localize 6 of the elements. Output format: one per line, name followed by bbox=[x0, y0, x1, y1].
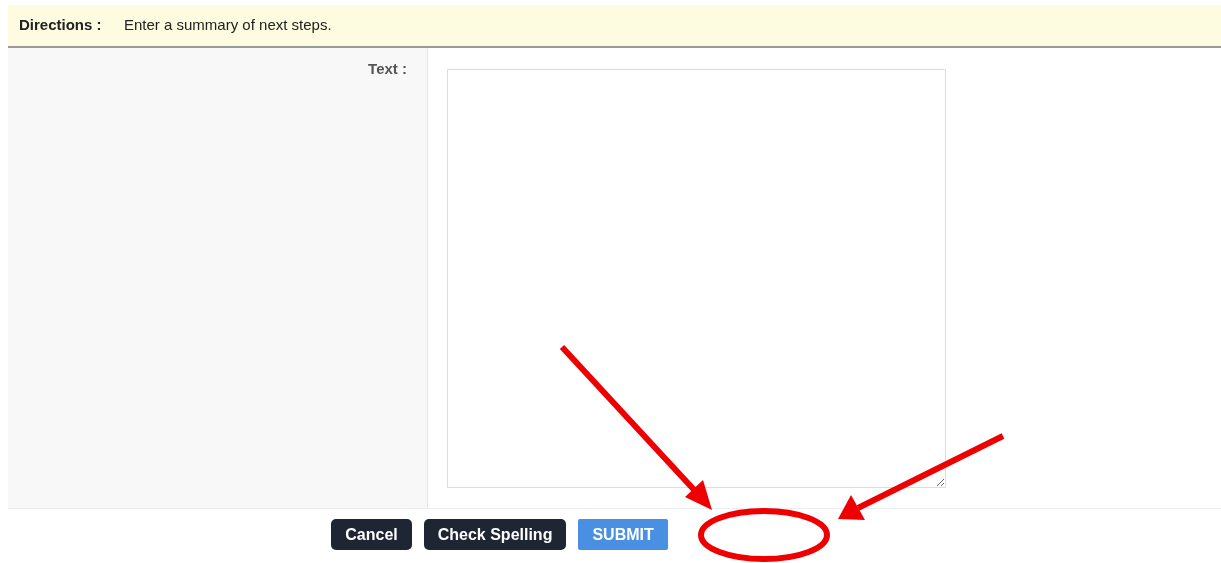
directions-text: Enter a summary of next steps. bbox=[124, 15, 332, 36]
text-area[interactable] bbox=[447, 69, 946, 488]
action-button[interactable]: Check Spelling bbox=[423, 519, 567, 550]
field-label: Text : bbox=[368, 59, 407, 76]
action-button[interactable]: Cancel bbox=[331, 519, 412, 550]
directions-label: Directions : bbox=[19, 15, 103, 36]
